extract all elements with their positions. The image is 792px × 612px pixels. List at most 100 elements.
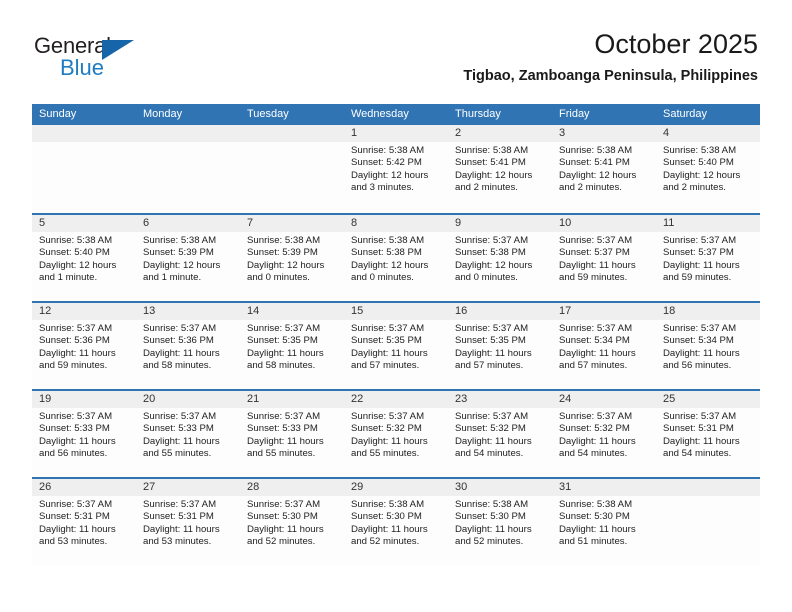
sunset-time: Sunset: 5:39 PM	[247, 247, 318, 259]
calendar-day-cell[interactable]: 24 Sunrise: 5:37 AM Sunset: 5:32 PM Dayligh…	[552, 391, 656, 477]
calendar-day-cell[interactable]: 9 Sunrise: 5:37 AM Sunset: 5:38 PM Daylight…	[448, 215, 552, 301]
daylight-duration-line2: and 58 minutes.	[143, 360, 212, 372]
daylight-duration-line1: Daylight: 12 hours	[247, 259, 325, 271]
sunset-time: Sunset: 5:34 PM	[559, 335, 630, 347]
sunrise-time: Sunrise: 5:37 AM	[455, 411, 529, 422]
daylight-duration-line1: Daylight: 11 hours	[455, 435, 532, 447]
sunrise-time: Sunrise: 5:37 AM	[39, 411, 113, 422]
sunrise-time: Sunrise: 5:37 AM	[559, 235, 633, 246]
calendar-day-cell[interactable]: 12 Sunrise: 5:37 AM Sunset: 5:36 PM Dayligh…	[32, 303, 136, 389]
calendar-day-cell[interactable]: 5 Sunrise: 5:38 AM Sunset: 5:40 PM Daylight…	[32, 215, 136, 301]
calendar-grid: Sunday Monday Tuesday Wednesday Thursday…	[32, 104, 760, 565]
calendar-day-cell[interactable]: 17 Sunrise: 5:37 AM Sunset: 5:34 PM Dayligh…	[552, 303, 656, 389]
calendar-day-cell[interactable]: 26 Sunrise: 5:37 AM Sunset: 5:31 PM Dayligh…	[32, 479, 136, 565]
calendar-day-cell[interactable]: 28 Sunrise: 5:37 AM Sunset: 5:30 PM Dayligh…	[240, 479, 344, 565]
daylight-duration-line1: Daylight: 11 hours	[351, 523, 428, 535]
daylight-duration-line1: Daylight: 12 hours	[559, 169, 637, 181]
day-details: Sunrise: 5:38 AM Sunset: 5:39 PM Daylight:…	[136, 232, 240, 285]
daylight-duration-line2: and 52 minutes.	[351, 536, 420, 548]
daylight-duration-line1: Daylight: 11 hours	[663, 347, 740, 359]
daylight-duration-line2: and 56 minutes.	[663, 360, 732, 372]
daylight-duration-line1: Daylight: 11 hours	[455, 347, 532, 359]
calendar-week-row: 26 Sunrise: 5:37 AM Sunset: 5:31 PM Dayligh…	[32, 477, 760, 565]
day-number: 3	[552, 125, 656, 142]
calendar-day-cell[interactable]: 14 Sunrise: 5:37 AM Sunset: 5:35 PM Dayligh…	[240, 303, 344, 389]
calendar-day-cell[interactable]: 11 Sunrise: 5:37 AM Sunset: 5:37 PM Dayligh…	[656, 215, 760, 301]
calendar-day-cell[interactable]: 31 Sunrise: 5:38 AM Sunset: 5:30 PM Dayligh…	[552, 479, 656, 565]
calendar-day-cell[interactable]: 10 Sunrise: 5:37 AM Sunset: 5:37 PM Dayligh…	[552, 215, 656, 301]
calendar-day-cell-empty	[656, 479, 760, 565]
calendar-day-cell[interactable]: 18 Sunrise: 5:37 AM Sunset: 5:34 PM Dayligh…	[656, 303, 760, 389]
calendar-day-cell[interactable]: 21 Sunrise: 5:37 AM Sunset: 5:33 PM Dayligh…	[240, 391, 344, 477]
daylight-duration-line2: and 54 minutes.	[559, 448, 628, 460]
day-details: Sunrise: 5:37 AM Sunset: 5:33 PM Daylight:…	[136, 408, 240, 461]
general-blue-logo[interactable]: General Blue	[34, 34, 214, 90]
calendar-day-cell[interactable]: 2 Sunrise: 5:38 AM Sunset: 5:41 PM Daylight…	[448, 125, 552, 213]
day-number: 30	[448, 479, 552, 496]
daylight-duration-line1: Daylight: 11 hours	[143, 435, 220, 447]
calendar-day-cell[interactable]: 15 Sunrise: 5:37 AM Sunset: 5:35 PM Dayligh…	[344, 303, 448, 389]
sunset-time: Sunset: 5:42 PM	[351, 157, 422, 169]
calendar-page: General Blue October 2025 Tigbao, Zamboa…	[0, 0, 792, 612]
calendar-day-cell[interactable]: 23 Sunrise: 5:37 AM Sunset: 5:32 PM Dayligh…	[448, 391, 552, 477]
sunset-time: Sunset: 5:33 PM	[143, 423, 214, 435]
day-details: Sunrise: 5:38 AM Sunset: 5:38 PM Daylight:…	[344, 232, 448, 285]
day-details: Sunrise: 5:37 AM Sunset: 5:33 PM Daylight:…	[240, 408, 344, 461]
day-details: Sunrise: 5:38 AM Sunset: 5:30 PM Daylight:…	[448, 496, 552, 549]
day-number: 31	[552, 479, 656, 496]
daylight-duration-line1: Daylight: 11 hours	[247, 523, 324, 535]
day-details: Sunrise: 5:38 AM Sunset: 5:41 PM Daylight:…	[448, 142, 552, 195]
sunset-time: Sunset: 5:37 PM	[559, 247, 630, 259]
day-details: Sunrise: 5:37 AM Sunset: 5:32 PM Daylight:…	[344, 408, 448, 461]
day-number: 28	[240, 479, 344, 496]
calendar-day-cell[interactable]: 1 Sunrise: 5:38 AM Sunset: 5:42 PM Daylight…	[344, 125, 448, 213]
day-details: Sunrise: 5:38 AM Sunset: 5:40 PM Daylight:…	[32, 232, 136, 285]
sunset-time: Sunset: 5:34 PM	[663, 335, 734, 347]
daylight-duration-line2: and 57 minutes.	[351, 360, 420, 372]
daylight-duration-line2: and 51 minutes.	[559, 536, 628, 548]
calendar-day-cell[interactable]: 19 Sunrise: 5:37 AM Sunset: 5:33 PM Dayligh…	[32, 391, 136, 477]
daylight-duration-line2: and 57 minutes.	[559, 360, 628, 372]
calendar-day-cell[interactable]: 22 Sunrise: 5:37 AM Sunset: 5:32 PM Dayligh…	[344, 391, 448, 477]
day-number: 27	[136, 479, 240, 496]
calendar-day-cell[interactable]: 27 Sunrise: 5:37 AM Sunset: 5:31 PM Dayligh…	[136, 479, 240, 565]
daylight-duration-line1: Daylight: 11 hours	[559, 523, 636, 535]
calendar-week-row: 12 Sunrise: 5:37 AM Sunset: 5:36 PM Dayligh…	[32, 301, 760, 389]
calendar-day-cell[interactable]: 8 Sunrise: 5:38 AM Sunset: 5:38 PM Daylight…	[344, 215, 448, 301]
day-details: Sunrise: 5:38 AM Sunset: 5:41 PM Daylight:…	[552, 142, 656, 195]
daylight-duration-line2: and 55 minutes.	[247, 448, 316, 460]
day-details: Sunrise: 5:37 AM Sunset: 5:37 PM Daylight:…	[552, 232, 656, 285]
daylight-duration-line1: Daylight: 11 hours	[663, 435, 740, 447]
calendar-day-cell[interactable]: 4 Sunrise: 5:38 AM Sunset: 5:40 PM Daylight…	[656, 125, 760, 213]
daylight-duration-line2: and 1 minute.	[39, 272, 98, 284]
day-details: Sunrise: 5:38 AM Sunset: 5:30 PM Daylight:…	[344, 496, 448, 549]
calendar-day-cell[interactable]: 6 Sunrise: 5:38 AM Sunset: 5:39 PM Daylight…	[136, 215, 240, 301]
sunrise-time: Sunrise: 5:38 AM	[559, 145, 633, 156]
calendar-day-cell[interactable]: 16 Sunrise: 5:37 AM Sunset: 5:35 PM Dayligh…	[448, 303, 552, 389]
day-number: 19	[32, 391, 136, 408]
sunset-time: Sunset: 5:30 PM	[247, 511, 318, 523]
sunrise-time: Sunrise: 5:38 AM	[663, 145, 737, 156]
daylight-duration-line1: Daylight: 12 hours	[351, 169, 429, 181]
calendar-day-cell[interactable]: 20 Sunrise: 5:37 AM Sunset: 5:33 PM Dayligh…	[136, 391, 240, 477]
sunrise-time: Sunrise: 5:37 AM	[39, 499, 113, 510]
calendar-day-cell[interactable]: 30 Sunrise: 5:38 AM Sunset: 5:30 PM Dayligh…	[448, 479, 552, 565]
weekday-header-wednesday: Wednesday	[351, 108, 409, 120]
daylight-duration-line1: Daylight: 12 hours	[455, 259, 533, 271]
day-details: Sunrise: 5:37 AM Sunset: 5:34 PM Daylight:…	[552, 320, 656, 373]
calendar-day-cell[interactable]: 29 Sunrise: 5:38 AM Sunset: 5:30 PM Dayligh…	[344, 479, 448, 565]
daylight-duration-line1: Daylight: 11 hours	[143, 347, 220, 359]
day-details: Sunrise: 5:37 AM Sunset: 5:35 PM Daylight:…	[344, 320, 448, 373]
sunset-time: Sunset: 5:39 PM	[143, 247, 214, 259]
calendar-day-cell[interactable]: 3 Sunrise: 5:38 AM Sunset: 5:41 PM Daylight…	[552, 125, 656, 213]
calendar-day-cell[interactable]: 13 Sunrise: 5:37 AM Sunset: 5:36 PM Dayligh…	[136, 303, 240, 389]
daylight-duration-line2: and 56 minutes.	[39, 448, 108, 460]
sunrise-time: Sunrise: 5:37 AM	[143, 499, 217, 510]
sunset-time: Sunset: 5:33 PM	[247, 423, 318, 435]
calendar-day-cell[interactable]: 25 Sunrise: 5:37 AM Sunset: 5:31 PM Dayligh…	[656, 391, 760, 477]
daylight-duration-line2: and 54 minutes.	[455, 448, 524, 460]
calendar-day-cell[interactable]: 7 Sunrise: 5:38 AM Sunset: 5:39 PM Daylight…	[240, 215, 344, 301]
sunrise-time: Sunrise: 5:38 AM	[351, 499, 425, 510]
calendar-week-row: 1 Sunrise: 5:38 AM Sunset: 5:42 PM Daylight…	[32, 125, 760, 213]
day-number: 13	[136, 303, 240, 320]
